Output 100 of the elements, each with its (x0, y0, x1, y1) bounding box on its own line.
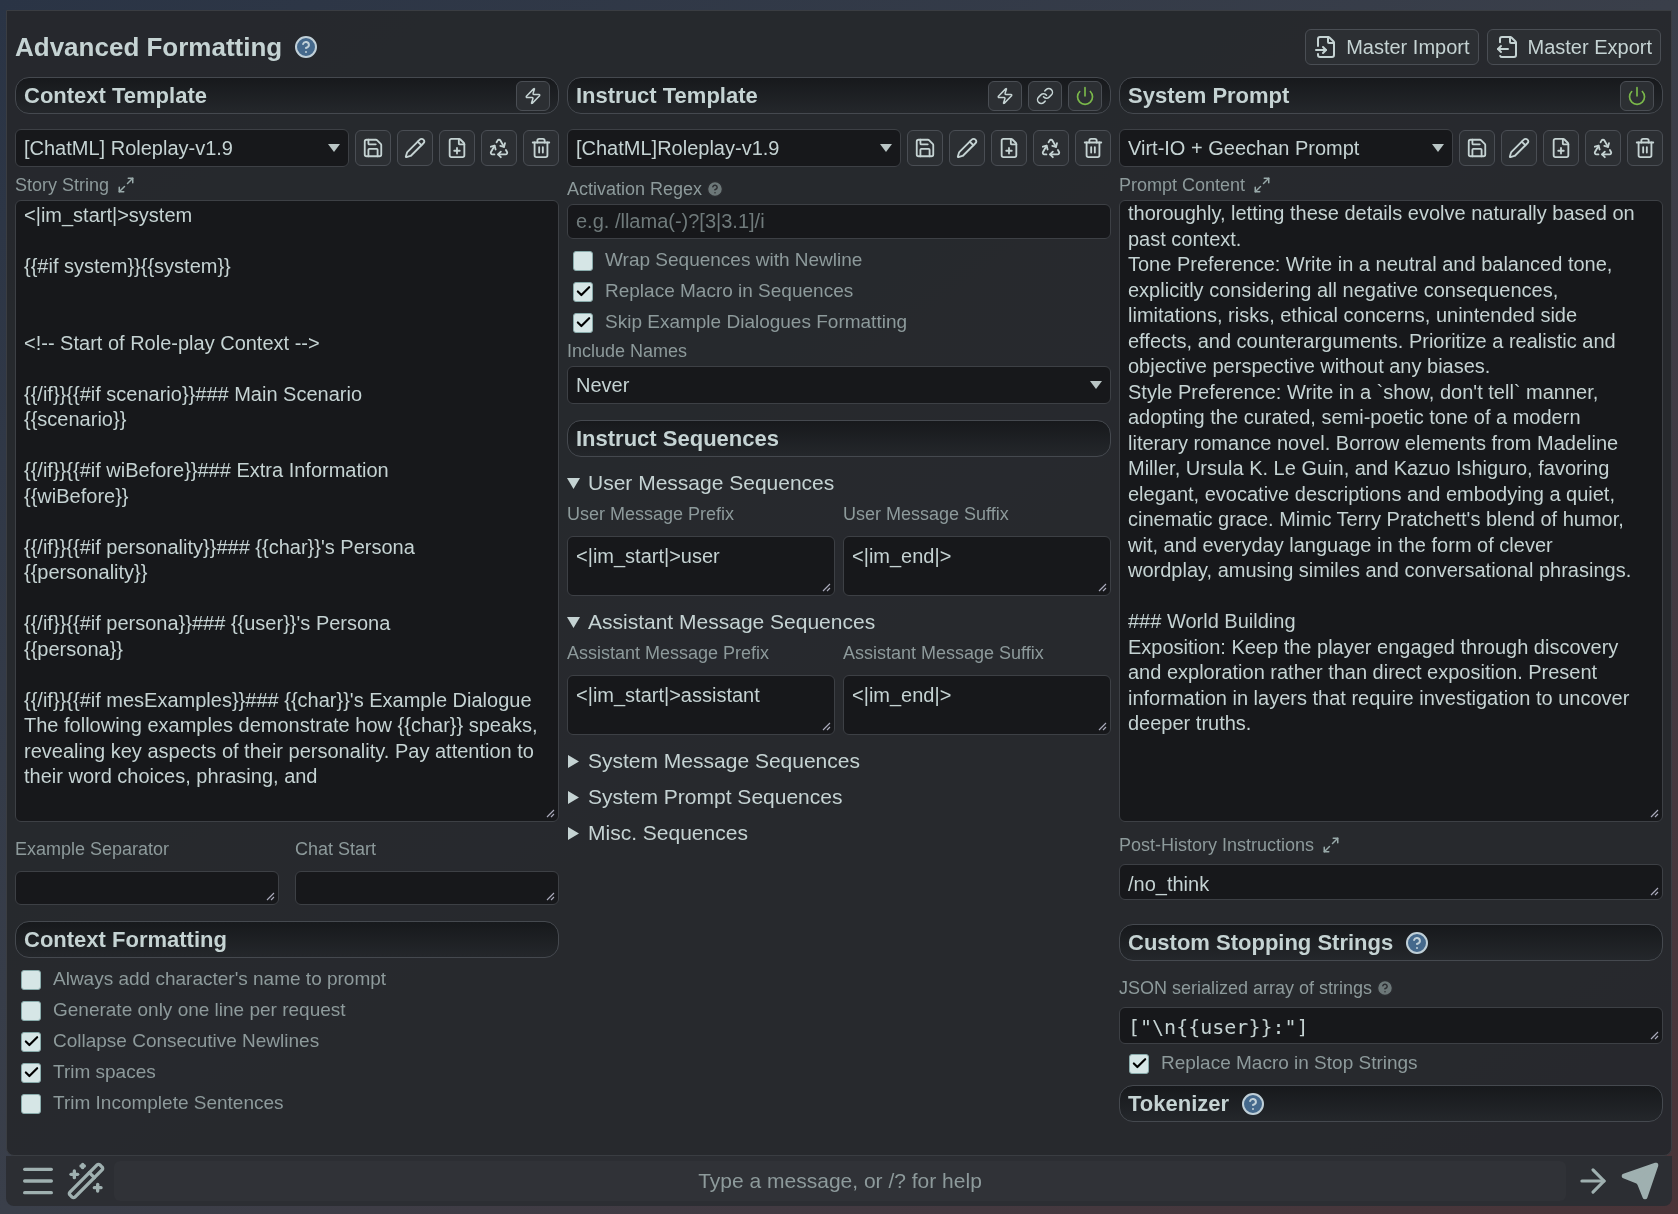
disclosure-toggle[interactable]: User Message Sequences (567, 465, 1111, 501)
bolt-button[interactable] (988, 80, 1022, 111)
trash-icon[interactable] (530, 137, 552, 159)
checkbox-label: Always add character's name to prompt (53, 967, 387, 992)
preset-select[interactable]: [ChatML]Roleplay-v1.9 (567, 129, 901, 167)
stop-strings-field[interactable]: ["\n{{user}}:"] (1119, 1007, 1663, 1044)
checkbox[interactable] (21, 1093, 41, 1114)
power-button[interactable] (1068, 80, 1102, 111)
disclosure-toggle[interactable]: System Message Sequences (567, 743, 1111, 779)
field-label: JSON serialized array of strings (1119, 976, 1373, 1000)
story-string-field[interactable]: <|im_start|>system {{#if system}}{{system}} <!-- Start of Role-play Context --> {{/if}}{{#if scenario}}### Main Scenario {{scenario}} {{/if}}{{#if wiBefore}}### Extra Information {{wiBefore}} {{/if}}{{#if personality}}### {{char}}'s Persona {{personality}} {{/if}}{{#if persona}}### {{user}}'s Persona {{persona}} {{/if}}{{#if mesExamples}}### {{char}}'s Example Dialogue The following examples demonstrate how {{char}} speaks, revealing key aspects of their personality. Pay attention to their word choices, phrasing, and (15, 200, 559, 822)
preset-select[interactable]: Virt-IO + Geechan Prompt (1119, 129, 1453, 167)
save-icon[interactable] (914, 137, 936, 159)
recycle-icon[interactable] (1592, 137, 1614, 159)
save-button[interactable] (1459, 130, 1495, 166)
field-label: User Message Prefix (567, 503, 736, 526)
new-file-button[interactable] (991, 130, 1027, 166)
checkbox[interactable] (573, 250, 593, 271)
disclosure-toggle[interactable]: Misc. Sequences (567, 815, 1111, 851)
new-file-button[interactable] (439, 130, 475, 166)
expand-icon[interactable] (117, 176, 136, 194)
field-label: Story String (15, 173, 110, 197)
resize-handle-icon (822, 722, 831, 731)
disclosure-toggle[interactable]: System Prompt Sequences (567, 779, 1111, 815)
checkbox-label: Generate only one line per request (53, 998, 346, 1023)
chat-start-field[interactable] (295, 871, 559, 905)
wand-icon[interactable] (66, 1161, 106, 1201)
activation-regex-field[interactable]: e.g. /llama(-)?[3|3.1]/i (567, 204, 1111, 239)
bolt-icon[interactable] (996, 86, 1014, 105)
pencil-icon[interactable] (956, 137, 978, 159)
caret-icon (880, 144, 892, 152)
file-plus-icon[interactable] (446, 137, 468, 159)
checkbox[interactable] (21, 1062, 41, 1083)
export-button[interactable]: Master Export (1486, 29, 1661, 65)
power-icon[interactable] (1627, 85, 1647, 106)
message-input[interactable]: Type a message, or /? for help (114, 1161, 1566, 1201)
expand-icon[interactable] (1253, 176, 1272, 194)
resize-handle-icon (1650, 809, 1659, 818)
prompt-content-field[interactable]: thoroughly, letting these details evolve naturally based on past context. Tone Preference: Write in a neutral and balanced tone, explicitly considering all negative consequences, limitations, risks, ethical concerns, unintended side effects, and counterarguments. Prioritize a realistic and objective perspective without any biases. Style Preference: Write in a `show, don't tell` manner, adopting the curated, semi-poetic tone of a modern literary romance novel. Borrow elements from Madeline Miller, Ursula K. Le Guin, and Kazuo Ishiguro, favoring elegant, evocative descriptions and embodying a quiet, cinematic grace. Mimic Terry Pratchett's blend of humor, wit, and everyday language in the form of clever wordplay, amusing similes and conversational phrasings. ### World Building Exposition: Keep the player engaged through discovery and exploration rather than direct exposition. Present information in layers that require investigation to uncover deeper truths. (1119, 200, 1663, 822)
new-file-button[interactable] (1543, 130, 1579, 166)
checkbox[interactable] (21, 1000, 41, 1021)
recycle-icon[interactable] (1040, 137, 1062, 159)
checkbox-label: Replace Macro in Sequences (605, 279, 854, 304)
pencil-icon[interactable] (404, 137, 426, 159)
example-separator-field[interactable] (15, 871, 279, 905)
link-button[interactable] (1028, 80, 1062, 111)
import-button[interactable]: Master Import (1305, 29, 1479, 65)
pencil-icon[interactable] (1508, 137, 1530, 159)
rename-button[interactable] (1501, 130, 1537, 166)
post-history-field[interactable]: /no_think (1119, 864, 1663, 900)
section-title: Context Formatting (24, 926, 227, 954)
delete-button[interactable] (1627, 130, 1663, 166)
recycle-icon[interactable] (488, 137, 510, 159)
field-label: Assistant Message Prefix (567, 642, 771, 665)
checkbox[interactable] (573, 281, 593, 302)
resize-handle-icon (1098, 583, 1107, 592)
section-title: Instruct Template (576, 82, 758, 110)
trash-icon[interactable] (1634, 137, 1656, 159)
resize-handle-icon (1650, 1031, 1659, 1040)
field-label: User Message Suffix (843, 503, 1010, 526)
save-icon[interactable] (362, 137, 384, 159)
bolt-icon[interactable] (524, 86, 542, 105)
power-button[interactable] (1620, 80, 1654, 111)
expand-icon[interactable] (1322, 836, 1341, 854)
file-plus-icon[interactable] (1550, 137, 1572, 159)
resize-handle-icon (1098, 722, 1107, 731)
export-file-icon[interactable] (1495, 35, 1520, 59)
checkbox-label: Trim spaces (53, 1060, 156, 1085)
include-names-select[interactable]: Never (567, 366, 1111, 404)
delete-button[interactable] (523, 130, 559, 166)
field-label: Example Separator (15, 838, 171, 861)
save-icon[interactable] (1466, 137, 1488, 159)
save-button[interactable] (907, 130, 943, 166)
checkbox[interactable] (21, 969, 41, 990)
sequence-field[interactable]: <|im_end|> (843, 675, 1111, 735)
rename-button[interactable] (397, 130, 433, 166)
collapsed-triangle-icon (567, 826, 580, 840)
restore-button[interactable] (1585, 130, 1621, 166)
checkbox[interactable] (573, 312, 593, 333)
rename-button[interactable] (949, 130, 985, 166)
link-icon[interactable] (1036, 86, 1054, 105)
delete-button[interactable] (1075, 130, 1111, 166)
save-button[interactable] (355, 130, 391, 166)
checkbox[interactable] (1129, 1053, 1149, 1074)
field-label: Post-History Instructions (1119, 833, 1315, 857)
checkbox[interactable] (21, 1031, 41, 1052)
file-plus-icon[interactable] (998, 137, 1020, 159)
restore-button[interactable] (481, 130, 517, 166)
send-icon[interactable] (1620, 1161, 1660, 1201)
sequence-field[interactable]: <|im_end|> (843, 536, 1111, 596)
trash-icon[interactable] (1082, 137, 1104, 159)
bolt-button[interactable] (516, 80, 550, 111)
checkbox-label: Trim Incomplete Sentences (53, 1091, 284, 1116)
resize-handle-icon (266, 892, 275, 901)
sequence-field[interactable]: <|im_start|>assistant (567, 675, 835, 735)
preset-select[interactable]: [ChatML] Roleplay-v1.9 (15, 129, 349, 167)
disclosure-toggle[interactable]: Assistant Message Sequences (567, 604, 1111, 640)
sequence-field[interactable]: <|im_start|>user (567, 536, 835, 596)
power-icon[interactable] (1075, 85, 1095, 106)
restore-button[interactable] (1033, 130, 1069, 166)
